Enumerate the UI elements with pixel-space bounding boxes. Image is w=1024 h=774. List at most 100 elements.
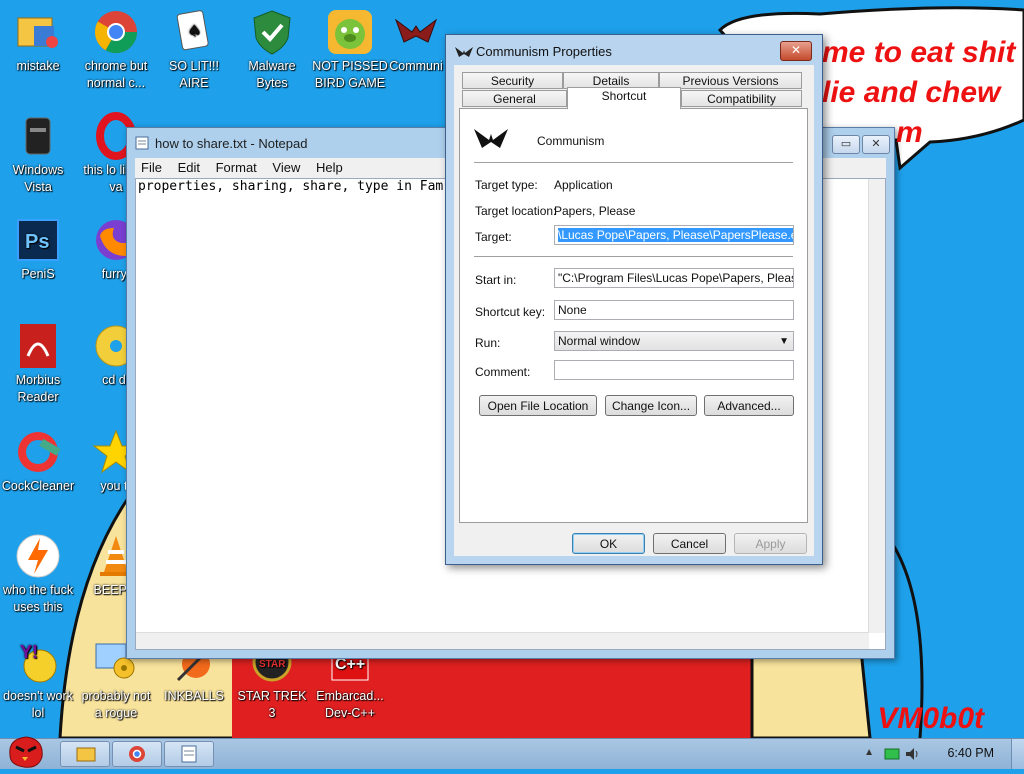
menu-view[interactable]: View [266, 158, 306, 177]
notepad-content: properties, sharing, share, type in Fam [138, 179, 444, 194]
svg-text:Y!: Y! [20, 642, 38, 662]
shortcut-panel: Communism Target type: Application Targe… [459, 108, 808, 523]
notepad-close-button[interactable]: ✕ [862, 135, 890, 154]
menu-help[interactable]: Help [310, 158, 349, 177]
taskbar-clock[interactable]: 6:40 PM [947, 746, 994, 760]
target-type-label: Target type: [475, 178, 538, 192]
comment-input[interactable] [554, 360, 794, 380]
notepad-icon [135, 136, 149, 155]
dialog-title: Communism Properties [476, 44, 612, 59]
desktop-icon-label: probably not a rogue [81, 689, 151, 720]
taskbar: ▲ 6:40 PM [0, 736, 1024, 769]
bin-icon [14, 112, 62, 160]
dialog-client: Security Details Previous Versions Gener… [454, 65, 814, 556]
chevron-down-icon: ▼ [779, 336, 789, 347]
comment-label: Comment: [475, 365, 531, 379]
desktop-icon-penis[interactable]: Ps PeniS [0, 216, 76, 283]
desktop-icon-cockcleaner[interactable]: CockCleaner [0, 428, 76, 495]
menu-edit[interactable]: Edit [172, 158, 206, 177]
desktop-icon-label: Windows Vista [12, 163, 64, 194]
run-select-value: Normal window [558, 334, 641, 348]
chrome-icon [92, 8, 140, 56]
start-in-input[interactable]: "C:\Program Files\Lucas Pope\Papers, Ple… [554, 268, 794, 288]
target-type-value: Application [554, 178, 613, 192]
desktop-icon-not-pissed-bird-game[interactable]: NOT PISSED BIRD GAME [312, 8, 388, 92]
show-desktop-button[interactable] [1011, 739, 1024, 769]
desktop-icon-windows-vista[interactable]: Windows Vista [0, 112, 76, 196]
pdf-icon [14, 322, 62, 370]
taskbar-notepad-button[interactable] [164, 741, 214, 767]
ccleaner-icon [14, 428, 62, 476]
shortcut-key-input[interactable]: None [554, 300, 794, 320]
desktop-icon-doesnt-work[interactable]: Y! doesn't work lol [0, 638, 76, 722]
eagle-icon [392, 8, 440, 56]
target-location-value: Papers, Please [554, 204, 636, 218]
desktop-icon-label: Malware Bytes [248, 59, 296, 90]
run-select[interactable]: Normal window ▼ [554, 331, 794, 351]
svg-text:STAR: STAR [259, 659, 286, 670]
vertical-scrollbar[interactable] [868, 179, 885, 633]
shortcut-key-label: Shortcut key: [475, 305, 546, 319]
separator [474, 162, 793, 163]
desktop-icon-label: mistake [16, 59, 60, 73]
target-input[interactable]: \Lucas Pope\Papers, Please\PapersPlease.… [554, 225, 794, 245]
pig-icon [326, 8, 374, 56]
chrome-icon [129, 746, 145, 762]
show-hidden-icons-button[interactable]: ▲ [864, 747, 874, 758]
tab-general[interactable]: General [462, 90, 567, 107]
menu-file[interactable]: File [135, 158, 168, 177]
desktop-icon-who-uses-this[interactable]: who the fuck uses this [0, 532, 76, 616]
tab-security[interactable]: Security [462, 72, 563, 89]
apply-button[interactable]: Apply [734, 533, 807, 554]
folder-icon [14, 8, 62, 56]
wallpaper-text-1: me to eat shit [822, 36, 1016, 69]
desktop-icon-mistake[interactable]: mistake [0, 8, 76, 75]
folder-icon [76, 747, 96, 762]
notepad-icon [181, 745, 197, 763]
menu-format[interactable]: Format [210, 158, 263, 177]
desktop-icon-malwarebytes[interactable]: Malware Bytes [234, 8, 310, 92]
dialog-close-button[interactable]: ✕ [780, 41, 812, 61]
dialog-titlebar[interactable]: Communism Properties ✕ [446, 35, 822, 65]
battery-icon[interactable] [884, 747, 900, 766]
cancel-button[interactable]: Cancel [653, 533, 726, 554]
run-label: Run: [475, 336, 501, 350]
desktop-icon-label: STAR TREK 3 [237, 689, 307, 720]
desktop-icon-label: Communi [389, 59, 443, 73]
properties-dialog[interactable]: Communism Properties ✕ Security Details … [445, 34, 823, 565]
desktop-icon-communism[interactable]: Communi [386, 8, 446, 75]
start-in-label: Start in: [475, 273, 517, 287]
open-file-location-button[interactable]: Open File Location [479, 395, 597, 416]
horizontal-scrollbar[interactable] [136, 632, 869, 649]
eagle-icon [455, 45, 473, 63]
separator [474, 256, 793, 257]
ok-button[interactable]: OK [572, 533, 645, 554]
taskbar-chrome-button[interactable] [112, 741, 162, 767]
eagle-icon [474, 127, 508, 154]
shield-icon [248, 8, 296, 56]
notepad-title: how to share.txt - Notepad [155, 136, 308, 151]
desktop-icon-label: chrome but normal c... [84, 59, 148, 90]
photoshop-icon: Ps [14, 216, 62, 264]
desktop-icon-label: PeniS [21, 267, 55, 281]
target-label: Target: [475, 230, 512, 244]
desktop-icon-label: Morbius Reader [15, 373, 61, 404]
desktop-icon-label: INKBALLS [164, 689, 224, 703]
desktop-icon-label: NOT PISSED BIRD GAME [312, 59, 388, 90]
taskbar-explorer-button[interactable] [60, 741, 110, 767]
speaker-icon[interactable] [904, 747, 920, 766]
tab-shortcut[interactable]: Shortcut [567, 87, 681, 109]
desktop-icon-label: CockCleaner [1, 479, 75, 493]
desktop-icon-morbius-reader[interactable]: Morbius Reader [0, 322, 76, 406]
shortcut-name: Communism [537, 134, 605, 148]
desktop-icon-label: who the fuck uses this [2, 583, 74, 614]
advanced-button[interactable]: Advanced... [704, 395, 794, 416]
tab-compatibility[interactable]: Compatibility [681, 90, 802, 107]
desktop-icon-label: doesn't work lol [3, 689, 73, 720]
svg-text:♠: ♠ [187, 21, 201, 40]
desktop-icon-solitaire[interactable]: ♠ SO LIT!!! AIRE [156, 8, 232, 92]
desktop-icon-chrome[interactable]: chrome but normal c... [78, 8, 154, 92]
change-icon-button[interactable]: Change Icon... [605, 395, 697, 416]
notepad-maximize-button[interactable]: ▭ [832, 135, 860, 154]
desktop-icon-label: SO LIT!!! AIRE [168, 59, 219, 90]
